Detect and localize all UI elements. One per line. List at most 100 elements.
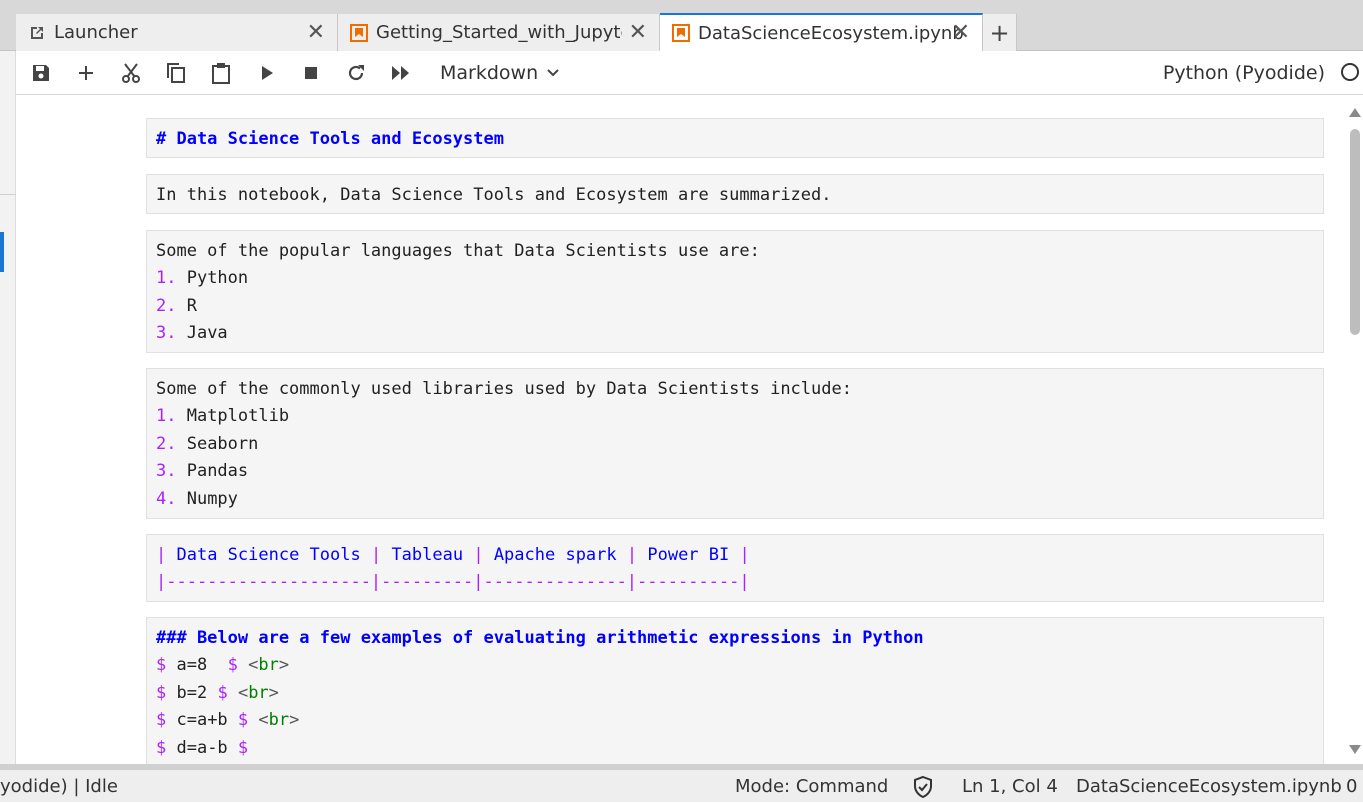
shield-check-icon[interactable] xyxy=(911,770,935,803)
cell-intro-text: Some of the commonly used libraries used… xyxy=(156,379,852,399)
math-delimiter: $ xyxy=(237,737,249,758)
restart-button[interactable] xyxy=(343,60,369,86)
sidebar-active-marker[interactable] xyxy=(0,232,4,272)
list-item-text: Pandas xyxy=(176,461,249,482)
table-header-cell: Apache spark xyxy=(483,545,627,565)
kernel-name: Python (Pyodide) xyxy=(1162,62,1325,84)
list-number: 2. xyxy=(156,295,177,316)
math-expression: c=a+b xyxy=(166,710,238,731)
html-bracket: > xyxy=(278,655,290,676)
markdown-cell[interactable]: In this notebook, Data Science Tools and… xyxy=(146,174,1324,214)
close-icon[interactable]: ✕ xyxy=(952,22,970,44)
list-item-text: Python xyxy=(176,268,249,289)
chevron-down-icon xyxy=(547,69,559,77)
tab-launcher[interactable]: Launcher ✕ xyxy=(16,14,338,51)
tab-datascienceecosystem[interactable]: DataScienceEcosystem.ipynb ✕ xyxy=(660,13,983,51)
math-delimiter: $ xyxy=(156,710,167,731)
notebook-icon xyxy=(672,24,690,42)
table-pipe: | xyxy=(156,545,167,565)
markdown-cell[interactable]: Some of the commonly used libraries used… xyxy=(146,368,1324,519)
tab-label: Getting_Started_with_Jupyter xyxy=(376,22,622,43)
kernel-idle-indicator-icon xyxy=(1341,63,1359,81)
notebook-scrollbar[interactable] xyxy=(1345,96,1363,764)
cell-text: In this notebook, Data Science Tools and… xyxy=(156,185,832,205)
table-separator: |--------------------|---------|--------… xyxy=(156,572,750,593)
fast-forward-icon xyxy=(392,66,409,80)
table-pipe: | xyxy=(473,545,484,565)
plus-icon xyxy=(79,66,93,80)
math-delimiter: $ xyxy=(237,710,249,731)
list-item-text: Java xyxy=(176,323,228,344)
mode-indicator[interactable]: Mode: Command xyxy=(735,770,888,803)
markdown-cell[interactable]: Some of the popular languages that Data … xyxy=(146,230,1324,353)
scissors-icon xyxy=(122,63,140,83)
cursor-position[interactable]: Ln 1, Col 4 xyxy=(962,770,1058,803)
copy-button[interactable] xyxy=(163,60,189,86)
close-icon[interactable]: ✕ xyxy=(307,21,325,44)
save-icon xyxy=(33,65,49,81)
cell-intro-text: Some of the popular languages that Data … xyxy=(156,241,760,261)
cut-button[interactable] xyxy=(118,60,144,86)
notebook-icon xyxy=(350,23,368,42)
math-expression: a=8 xyxy=(166,655,228,676)
html-bracket: > xyxy=(268,682,279,703)
kernel-name-button[interactable]: Python (Pyodide) xyxy=(1163,60,1325,86)
status-bar: yodide) | Idle Mode: Command Ln 1, Col 4… xyxy=(0,769,1363,802)
scroll-down-arrow-icon[interactable] xyxy=(1349,745,1361,754)
math-delimiter: $ xyxy=(156,682,167,703)
table-pipe: | xyxy=(626,545,638,565)
add-tab-button[interactable]: + xyxy=(983,14,1017,51)
math-delimiter: $ xyxy=(156,737,167,758)
external-link-icon xyxy=(28,24,46,42)
play-icon xyxy=(262,66,273,80)
html-bracket: < xyxy=(237,682,249,703)
list-number: 4. xyxy=(156,488,177,509)
math-delimiter: $ xyxy=(156,655,167,676)
math-expression: d=a-b xyxy=(166,737,238,758)
tab-getting-started[interactable]: Getting_Started_with_Jupyter ✕ xyxy=(338,14,660,51)
tab-label: Launcher xyxy=(54,22,138,43)
scroll-thumb[interactable] xyxy=(1350,129,1360,335)
markdown-cell[interactable]: # Data Science Tools and Ecosystem xyxy=(146,118,1324,158)
tab-bar: Launcher ✕ Getting_Started_with_Jupyter … xyxy=(0,0,1363,51)
html-tag: br xyxy=(258,655,279,676)
refresh-icon xyxy=(348,65,364,81)
copy-icon xyxy=(167,63,185,83)
html-bracket: < xyxy=(248,655,259,676)
markdown-cell[interactable]: | Data Science Tools | Tableau | Apache … xyxy=(146,534,1324,602)
list-number: 1. xyxy=(156,268,177,289)
markdown-cell[interactable]: ### Below are a few examples of evaluati… xyxy=(146,617,1324,764)
math-expression: b=2 xyxy=(166,682,218,703)
html-tag: br xyxy=(248,682,269,703)
left-sidebar-strip xyxy=(0,51,16,769)
html-tag: br xyxy=(268,710,290,731)
cell-type-dropdown[interactable]: Markdown xyxy=(440,60,560,86)
paste-button[interactable] xyxy=(208,60,234,86)
table-pipe: | xyxy=(370,545,382,565)
list-number: 3. xyxy=(156,323,177,344)
insert-cell-button[interactable] xyxy=(73,60,99,86)
kernel-status-text[interactable]: yodide) | Idle xyxy=(0,770,118,803)
tab-label: DataScienceEcosystem.ipynb xyxy=(698,22,964,44)
run-button[interactable] xyxy=(254,60,280,86)
run-all-button[interactable] xyxy=(388,60,414,86)
notebook-toolbar: Markdown Python (Pyodide) xyxy=(16,51,1363,95)
sidebar-divider xyxy=(0,194,16,195)
math-delimiter: $ xyxy=(227,655,238,676)
scroll-up-arrow-icon[interactable] xyxy=(1349,108,1361,117)
close-icon[interactable]: ✕ xyxy=(629,21,647,44)
interrupt-button[interactable] xyxy=(298,60,324,86)
html-bracket: > xyxy=(289,710,300,731)
status-count: 0 xyxy=(1346,776,1358,797)
math-delimiter: $ xyxy=(217,682,228,703)
list-item-text: Matplotlib xyxy=(176,406,290,427)
save-button[interactable] xyxy=(28,60,54,86)
cell-heading-text: ### Below are a few examples of evaluati… xyxy=(156,628,924,648)
paste-icon xyxy=(212,63,230,84)
notebook-panel: # Data Science Tools and Ecosystem In th… xyxy=(16,96,1345,764)
list-number: 3. xyxy=(156,461,177,482)
stop-icon xyxy=(305,67,317,79)
html-bracket: < xyxy=(258,710,269,731)
cell-type-label: Markdown xyxy=(440,62,539,84)
list-number: 1. xyxy=(156,406,177,427)
